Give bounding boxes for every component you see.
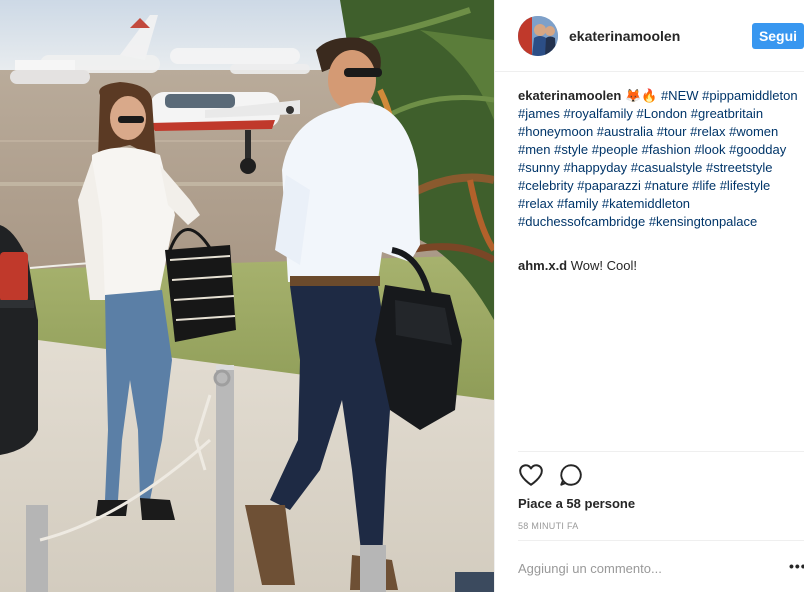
post-sidebar: ekaterinamoolen Segui ekaterinamoolen 🦊🔥… — [494, 0, 804, 592]
hashtag-link[interactable]: #honeymoon — [518, 124, 593, 139]
hashtag-link[interactable]: #life — [692, 178, 716, 193]
post-photo[interactable] — [0, 0, 494, 592]
hashtag-link[interactable]: #greatbritain — [691, 106, 763, 121]
hashtag-link[interactable]: #family — [557, 196, 598, 211]
heart-icon[interactable] — [518, 462, 544, 488]
hashtag-link[interactable]: #London — [637, 106, 688, 121]
post-caption: ekaterinamoolen 🦊🔥 #NEW #pippamiddleton … — [518, 87, 804, 231]
hashtag-link[interactable]: #men — [518, 142, 551, 157]
caption-username[interactable]: ekaterinamoolen — [518, 88, 621, 103]
hashtag-link[interactable]: #relax — [518, 196, 553, 211]
divider — [518, 540, 804, 541]
hashtag-link[interactable]: #casualstyle — [631, 160, 703, 175]
hashtag-link[interactable]: #celebrity — [518, 178, 574, 193]
hashtag-link[interactable]: #look — [694, 142, 725, 157]
comment-username[interactable]: ahm.x.d — [518, 258, 567, 273]
more-options-icon[interactable]: ••• — [789, 558, 804, 574]
hashtag-link[interactable]: #pippamiddleton — [702, 88, 797, 103]
hashtag-link[interactable]: #goodday — [729, 142, 786, 157]
hashtag-link[interactable]: #duchessofcambridge — [518, 214, 645, 229]
hashtag-link[interactable]: #australia — [597, 124, 653, 139]
avatar[interactable] — [518, 16, 558, 56]
likes-count[interactable]: Piace a 58 persone — [518, 496, 635, 511]
hashtag-link[interactable]: #james — [518, 106, 560, 121]
hashtag-link[interactable]: #style — [554, 142, 588, 157]
hashtag-link[interactable]: #happyday — [564, 160, 628, 175]
photo-illustration — [0, 0, 494, 592]
comment-input[interactable]: Aggiungi un commento... — [518, 561, 662, 576]
hashtag-link[interactable]: #NEW — [661, 88, 699, 103]
hashtag-link[interactable]: #women — [729, 124, 778, 139]
post-username[interactable]: ekaterinamoolen — [569, 28, 680, 44]
hashtag-link[interactable]: #tour — [657, 124, 687, 139]
hashtag-link[interactable]: #streetstyle — [706, 160, 772, 175]
hashtag-link[interactable]: #paparazzi — [577, 178, 641, 193]
hashtag-link[interactable]: #nature — [645, 178, 689, 193]
follow-button[interactable]: Segui — [752, 23, 804, 49]
hashtag-link[interactable]: #sunny — [518, 160, 560, 175]
comment-bubble-icon[interactable] — [558, 462, 584, 488]
post-timestamp: 58 MINUTI FA — [518, 521, 579, 531]
hashtag-list: #NEW #pippamiddleton #james #royalfamily… — [518, 88, 798, 229]
hashtag-link[interactable]: #people — [592, 142, 638, 157]
caption-emoji: 🦊🔥 — [624, 88, 658, 103]
hashtag-link[interactable]: #relax — [690, 124, 725, 139]
comment-text: Wow! Cool! — [570, 258, 637, 273]
hashtag-link[interactable]: #fashion — [642, 142, 691, 157]
hashtag-link[interactable]: #katemiddleton — [602, 196, 690, 211]
hashtag-link[interactable]: #royalfamily — [564, 106, 633, 121]
post-header: ekaterinamoolen Segui — [495, 0, 804, 72]
divider-top — [518, 451, 804, 452]
hashtag-link[interactable]: #kensingtonpalace — [649, 214, 757, 229]
hashtag-link[interactable]: #lifestyle — [720, 178, 771, 193]
comment-row: ahm.x.d Wow! Cool! — [518, 257, 637, 275]
